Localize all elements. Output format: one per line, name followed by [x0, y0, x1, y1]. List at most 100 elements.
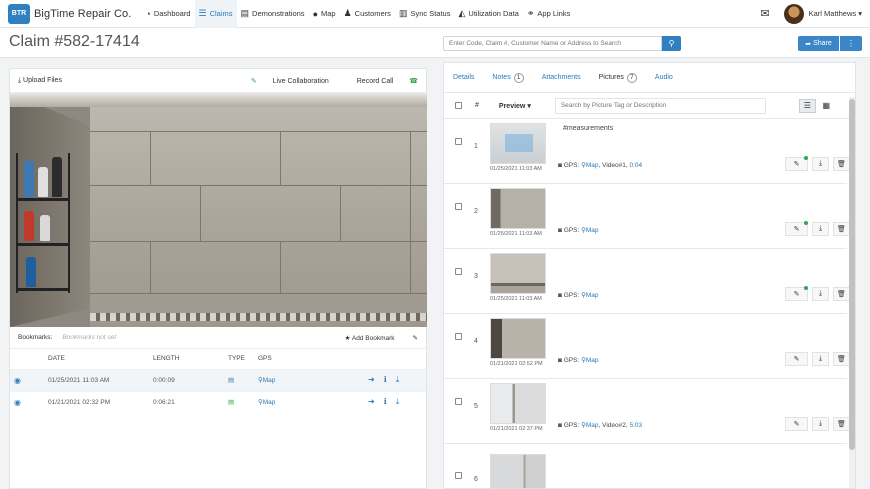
paperclip-icon[interactable]: ✎ — [413, 334, 418, 342]
select-all-checkbox[interactable] — [455, 102, 462, 109]
picture-thumbnail[interactable] — [490, 383, 546, 424]
row-checkbox[interactable] — [455, 333, 462, 340]
info-icon[interactable]: ℹ — [384, 397, 387, 406]
go-icon[interactable]: ➜ — [368, 397, 375, 406]
map-link-label: Map — [585, 162, 599, 169]
nav-item-dashboard[interactable]: ◔ Dashboard — [141, 0, 194, 28]
search-input[interactable] — [443, 36, 662, 51]
picture-meta: ◙ GPS: ⚲Map, Video#1, 0:04 — [558, 161, 642, 169]
table-row[interactable]: ◉ 01/25/2021 11:03 AM 0:00:09 ▤ ⚲Map ➜ ℹ ⤓ — [10, 368, 426, 391]
gps-label: GPS: — [563, 422, 580, 429]
live-label: Live Collaboration — [272, 77, 329, 85]
list-view-button[interactable]: ☰ — [798, 98, 816, 113]
row-checkbox[interactable] — [455, 138, 462, 145]
tab-audio[interactable]: Audio — [655, 74, 673, 81]
record-call-button[interactable]: Record Call ☎ — [343, 77, 418, 85]
picture-row[interactable]: 1 01/25/2021 11:03 AM #measurements ◙ GP… — [444, 119, 850, 184]
picture-row[interactable]: 5 01/21/2021 02:37 PM ◙ GPS: ⚲Map, Video… — [444, 379, 850, 444]
attach-button[interactable]: ✎ — [785, 156, 808, 171]
delete-button[interactable]: 🗑 — [833, 157, 850, 171]
dashboard-icon: ◔ — [145, 8, 151, 19]
app-name: BigTime Repair Co. — [34, 7, 132, 20]
map-link[interactable]: ⚲Map — [581, 357, 598, 364]
tab-details[interactable]: Details — [453, 74, 474, 81]
video-time-link[interactable]: 0:04 — [629, 162, 642, 169]
delete-button[interactable]: 🗑 — [833, 352, 850, 366]
tab-attachments[interactable]: Attachments — [542, 74, 581, 81]
row-actions: ✎ ⤓ 🗑 — [781, 156, 850, 171]
mail-icon[interactable]: ✉ — [760, 7, 769, 20]
more-options-button[interactable]: ⋮ — [840, 36, 862, 51]
play-icon[interactable]: ◉ — [14, 376, 21, 385]
picture-thumbnail[interactable] — [490, 188, 546, 229]
attach-button[interactable]: ✎ — [785, 286, 808, 301]
nav-item-utilization-data[interactable]: ◭ Utilization Data — [454, 0, 522, 28]
tab-pictures[interactable]: Pictures 7 — [599, 72, 637, 83]
grid-view-button[interactable]: ▦ — [818, 99, 835, 113]
picture-thumbnail[interactable] — [490, 318, 546, 359]
go-icon[interactable]: ➜ — [368, 375, 375, 384]
app-logo[interactable]: BTR BigTime Repair Co. — [8, 3, 132, 24]
map-link[interactable]: ⚲Map — [581, 422, 598, 429]
count-badge: 1 — [513, 72, 524, 83]
picture-row[interactable]: 4 01/21/2021 02:52 PM ◙ GPS: ⚲Map ✎ ⤓ 🗑 — [444, 314, 850, 379]
delete-button[interactable]: 🗑 — [833, 222, 850, 236]
attach-button[interactable]: ✎ — [785, 221, 808, 236]
row-checkbox[interactable] — [455, 203, 462, 210]
video-time-link[interactable]: 5:03 — [629, 422, 642, 429]
picture-row[interactable]: 3 01/25/2021 11:03 AM ◙ GPS: ⚲Map ✎ ⤓ 🗑 — [444, 249, 850, 314]
table-row[interactable]: ◉ 01/21/2021 02:32 PM 0:06:21 ▤ ⚲Map ➜ ℹ ⤓ — [10, 390, 426, 413]
picture-timestamp: 01/21/2021 02:52 PM — [490, 361, 543, 367]
tab-notes[interactable]: Notes 1 — [492, 72, 524, 83]
row-checkbox[interactable] — [455, 268, 462, 275]
share-button[interactable]: ➦ Share — [798, 36, 839, 51]
info-icon[interactable]: ℹ — [384, 375, 387, 384]
map-link[interactable]: ⚲Map — [581, 162, 598, 169]
picture-row[interactable]: 2 01/25/2021 11:03 AM ◙ GPS: ⚲Map ✎ ⤓ 🗑 — [444, 184, 850, 249]
preview-dropdown[interactable]: Preview ▾ — [499, 102, 531, 110]
table-header: DATE LENGTH TYPE GPS — [10, 349, 426, 369]
map-link[interactable]: ⚲Map — [581, 227, 598, 234]
download-button[interactable]: ⤓ — [812, 287, 829, 301]
live-collaboration-button[interactable]: ✎ Live Collaboration — [237, 77, 329, 85]
nav-item-app-links[interactable]: ⚭ App Links — [523, 0, 574, 28]
user-menu[interactable]: Karl Matthews ▾ — [809, 9, 862, 18]
nav-item-sync-status[interactable]: ▥ Sync Status — [395, 0, 455, 28]
map-link[interactable]: ⚲Map — [581, 292, 598, 299]
download-icon[interactable]: ⤓ — [396, 375, 400, 384]
play-icon[interactable]: ◉ — [14, 398, 21, 407]
nav-item-map[interactable]: ● Map — [309, 0, 340, 28]
download-button[interactable]: ⤓ — [812, 352, 829, 366]
map-link[interactable]: ⚲Map — [258, 377, 275, 384]
avatar[interactable] — [783, 3, 804, 24]
download-button[interactable]: ⤓ — [812, 157, 829, 171]
upload-label: Upload Files — [23, 76, 62, 84]
add-bookmark-button[interactable]: ★ Add Bookmark — [345, 334, 395, 342]
download-button[interactable]: ⤓ — [812, 222, 829, 236]
picture-number: 6 — [474, 476, 478, 483]
main-photo[interactable] — [10, 93, 427, 327]
picture-row[interactable]: 6 — [444, 444, 847, 489]
row-checkbox[interactable] — [455, 472, 462, 479]
scrollbar-thumb[interactable] — [849, 99, 855, 450]
delete-button[interactable]: 🗑 — [833, 417, 850, 431]
picture-thumbnail[interactable] — [490, 454, 546, 489]
picture-timestamp: 01/25/2021 11:03 AM — [490, 166, 542, 172]
map-link[interactable]: ⚲Map — [258, 399, 275, 406]
nav-item-demonstrations[interactable]: ▤ Demonstrations — [237, 0, 309, 28]
download-icon[interactable]: ⤓ — [396, 397, 400, 406]
picture-search-input[interactable] — [554, 97, 766, 114]
nav-item-claims[interactable]: ☰ Claims — [194, 0, 237, 28]
row-checkbox[interactable] — [455, 398, 462, 405]
upload-files-button[interactable]: ⤓ Upload Files — [18, 77, 62, 85]
bookmarks-label: Bookmarks: — [18, 334, 53, 341]
nav-item-customers[interactable]: ♟ Customers — [340, 0, 395, 28]
picture-thumbnail[interactable] — [490, 253, 546, 294]
search-button[interactable]: ⚲ — [662, 36, 681, 51]
attach-button[interactable]: ✎ — [785, 352, 808, 366]
delete-button[interactable]: 🗑 — [833, 287, 850, 301]
download-button[interactable]: ⤓ — [812, 417, 829, 431]
attach-button[interactable]: ✎ — [785, 417, 808, 431]
picture-thumbnail[interactable] — [490, 123, 546, 164]
tile-line — [90, 131, 427, 132]
